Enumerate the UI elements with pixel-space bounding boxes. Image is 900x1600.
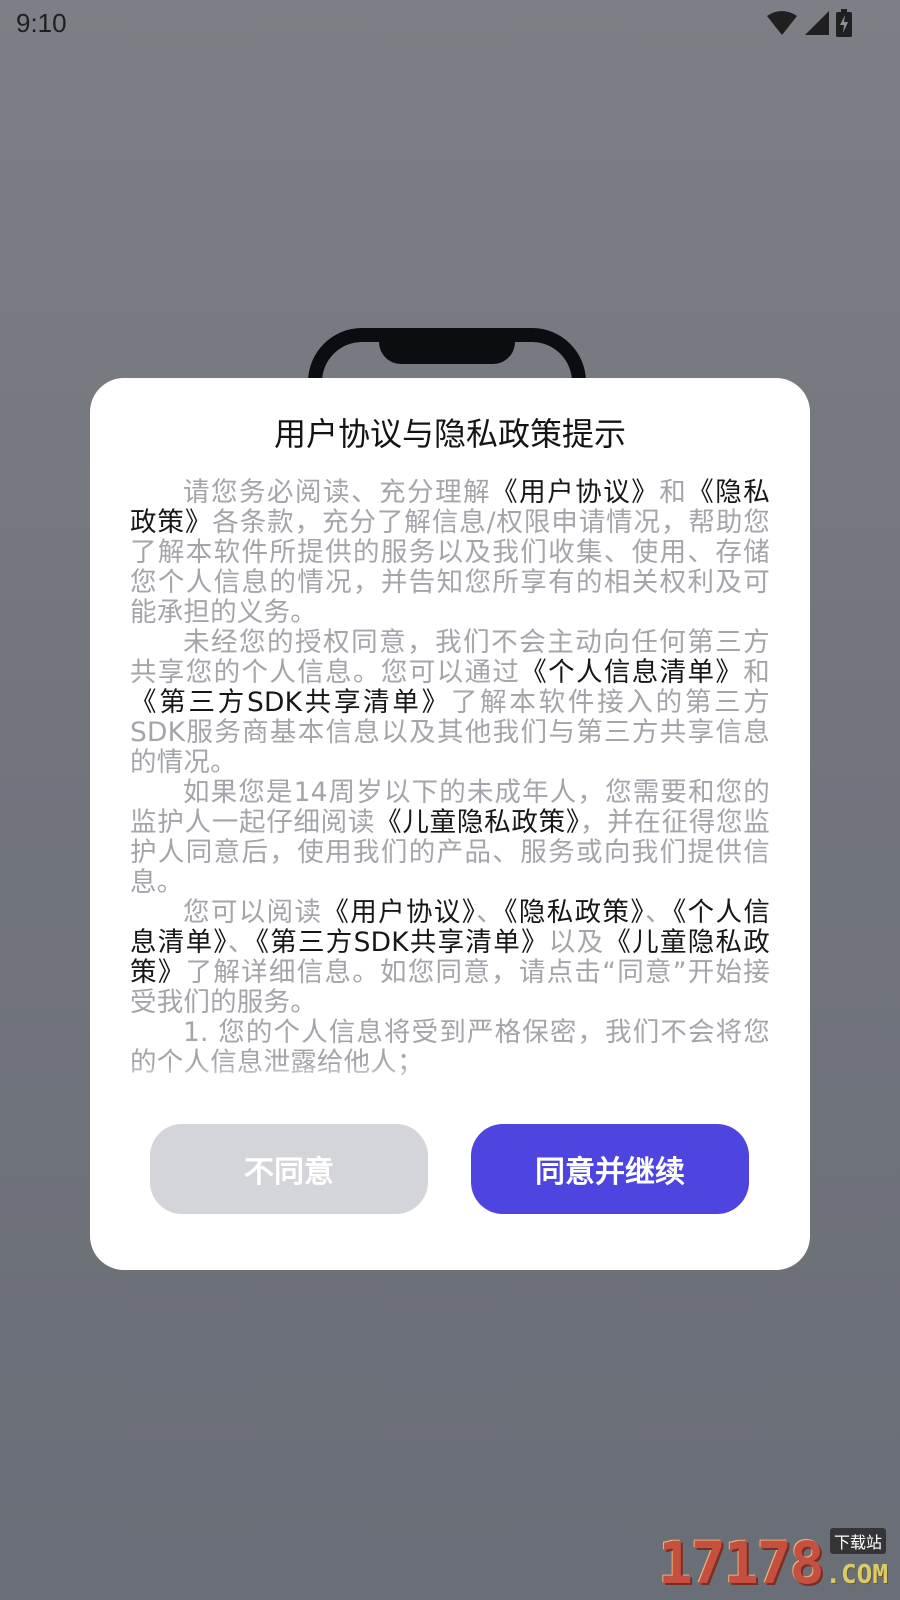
policy-link[interactable]: 《用户协议》	[322, 897, 476, 928]
privacy-dialog: 用户协议与隐私政策提示 请您务必阅读、充分理解《用户协议》和《隐私政策》各条款，…	[90, 378, 810, 1270]
scroll-fade	[130, 1064, 770, 1090]
watermark-suffix: .COM	[825, 1560, 888, 1590]
watermark-label: 下载站	[829, 1528, 886, 1554]
battery-charging-icon	[836, 9, 852, 37]
policy-link[interactable]: 《第三方SDK共享清单》	[130, 687, 451, 718]
body-text: 了解详细信息。如您同意，请点击“同意”开始接受我们的服务。	[130, 957, 770, 1018]
app-background: 9:10 用户协议与隐私政策提示 请您务必阅读、充分理解《用户协议》和《隐私政策…	[0, 0, 900, 1600]
body-text: 和	[743, 657, 770, 688]
wifi-icon	[766, 10, 798, 36]
dialog-body-scroll[interactable]: 请您务必阅读、充分理解《用户协议》和《隐私政策》各条款，充分了解信息/权限申请情…	[130, 478, 770, 1090]
body-paragraph: 如果您是14周岁以下的未成年人，您需要和您的监护人一起仔细阅读《儿童隐私政策》，…	[130, 778, 770, 898]
policy-link[interactable]: 《儿童隐私政策》	[375, 807, 580, 838]
body-paragraph: 您可以阅读《用户协议》、《隐私政策》、《个人信息清单》、《第三方SDK共享清单》…	[130, 898, 770, 1018]
site-watermark: 下载站 17178 .COM	[658, 1528, 888, 1592]
status-bar: 9:10	[0, 0, 900, 50]
body-text: 、	[476, 897, 505, 928]
body-text: 以及	[548, 927, 605, 958]
phone-notch	[379, 328, 515, 364]
body-paragraph: 请您务必阅读、充分理解《用户协议》和《隐私政策》各条款，充分了解信息/权限申请情…	[130, 478, 770, 628]
body-paragraph: 未经您的授权同意，我们不会主动向任何第三方共享您的个人信息。您可以通过《个人信息…	[130, 628, 770, 778]
status-time: 9:10	[16, 8, 67, 38]
body-text: 和	[659, 478, 688, 508]
body-text: 各条款，充分了解信息/权限申请情况，帮助您了解本软件所提供的服务以及我们收集、使…	[130, 507, 770, 628]
policy-link[interactable]: 《第三方SDK共享清单》	[256, 927, 549, 958]
status-icons	[766, 8, 852, 38]
policy-link[interactable]: 《隐私政策》	[504, 897, 645, 928]
agree-continue-button[interactable]: 同意并继续	[471, 1124, 749, 1214]
disagree-button[interactable]: 不同意	[150, 1124, 428, 1214]
policy-link[interactable]: 《个人信息清单》	[520, 657, 743, 688]
body-text: 、	[645, 897, 673, 928]
body-text: 请您务必阅读、充分理解	[183, 478, 492, 508]
dialog-title: 用户协议与隐私政策提示	[273, 415, 626, 453]
body-text: 您可以阅读	[183, 897, 323, 928]
cellular-signal-icon	[804, 10, 830, 36]
body-text: 、	[227, 927, 256, 958]
policy-link[interactable]: 《用户协议》	[491, 478, 659, 508]
watermark-number: 17178	[658, 1529, 825, 1597]
